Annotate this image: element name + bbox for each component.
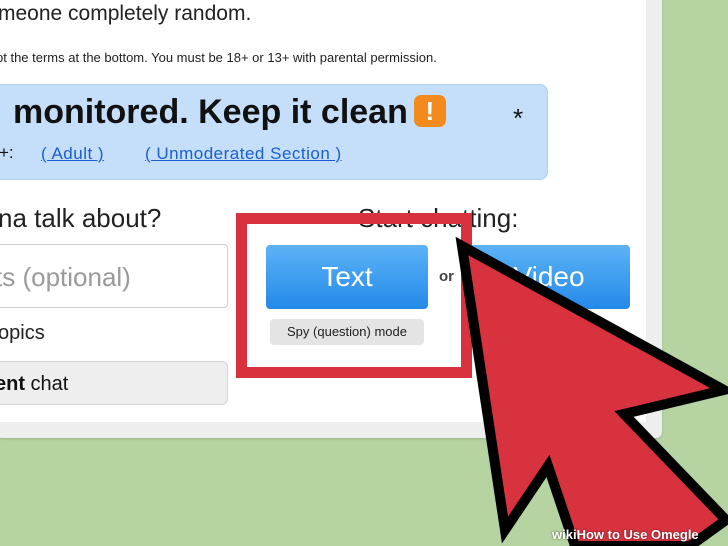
banner-asterisk: * — [513, 103, 524, 133]
unmoderated-section-link[interactable]: ( Unmoderated Section ) — [145, 144, 342, 164]
student-chat-button[interactable]: ent chat — [0, 361, 228, 405]
topics-label: opics — [0, 322, 45, 344]
student-chat-rest: chat — [25, 373, 69, 395]
watermark-title: How to Use Omegle — [576, 527, 699, 542]
intro-text: meone completely random. — [0, 2, 252, 25]
monitoring-banner: monitored. Keep it clean! * +: ( Adult )… — [0, 84, 548, 180]
terms-text: pt the terms at the bottom. You must be … — [0, 50, 437, 65]
watermark: wikiHow to Use Omegle — [552, 527, 699, 542]
exclamation-icon: ! — [413, 95, 446, 127]
watermark-wiki: wiki — [552, 527, 577, 542]
video-chat-button[interactable]: Video — [468, 245, 630, 309]
talk-about-heading: na talk about? — [0, 203, 162, 233]
adult-link[interactable]: ( Adult ) — [41, 144, 104, 164]
monitoring-message: monitored. Keep it clean! — [13, 93, 446, 132]
age-prefix: +: — [0, 143, 14, 162]
monitoring-message-label: monitored. Keep it clean — [13, 93, 408, 131]
student-chat-bold: ent — [0, 373, 25, 395]
interests-input[interactable]: ts (optional) — [0, 244, 228, 308]
highlight-box — [236, 213, 472, 378]
